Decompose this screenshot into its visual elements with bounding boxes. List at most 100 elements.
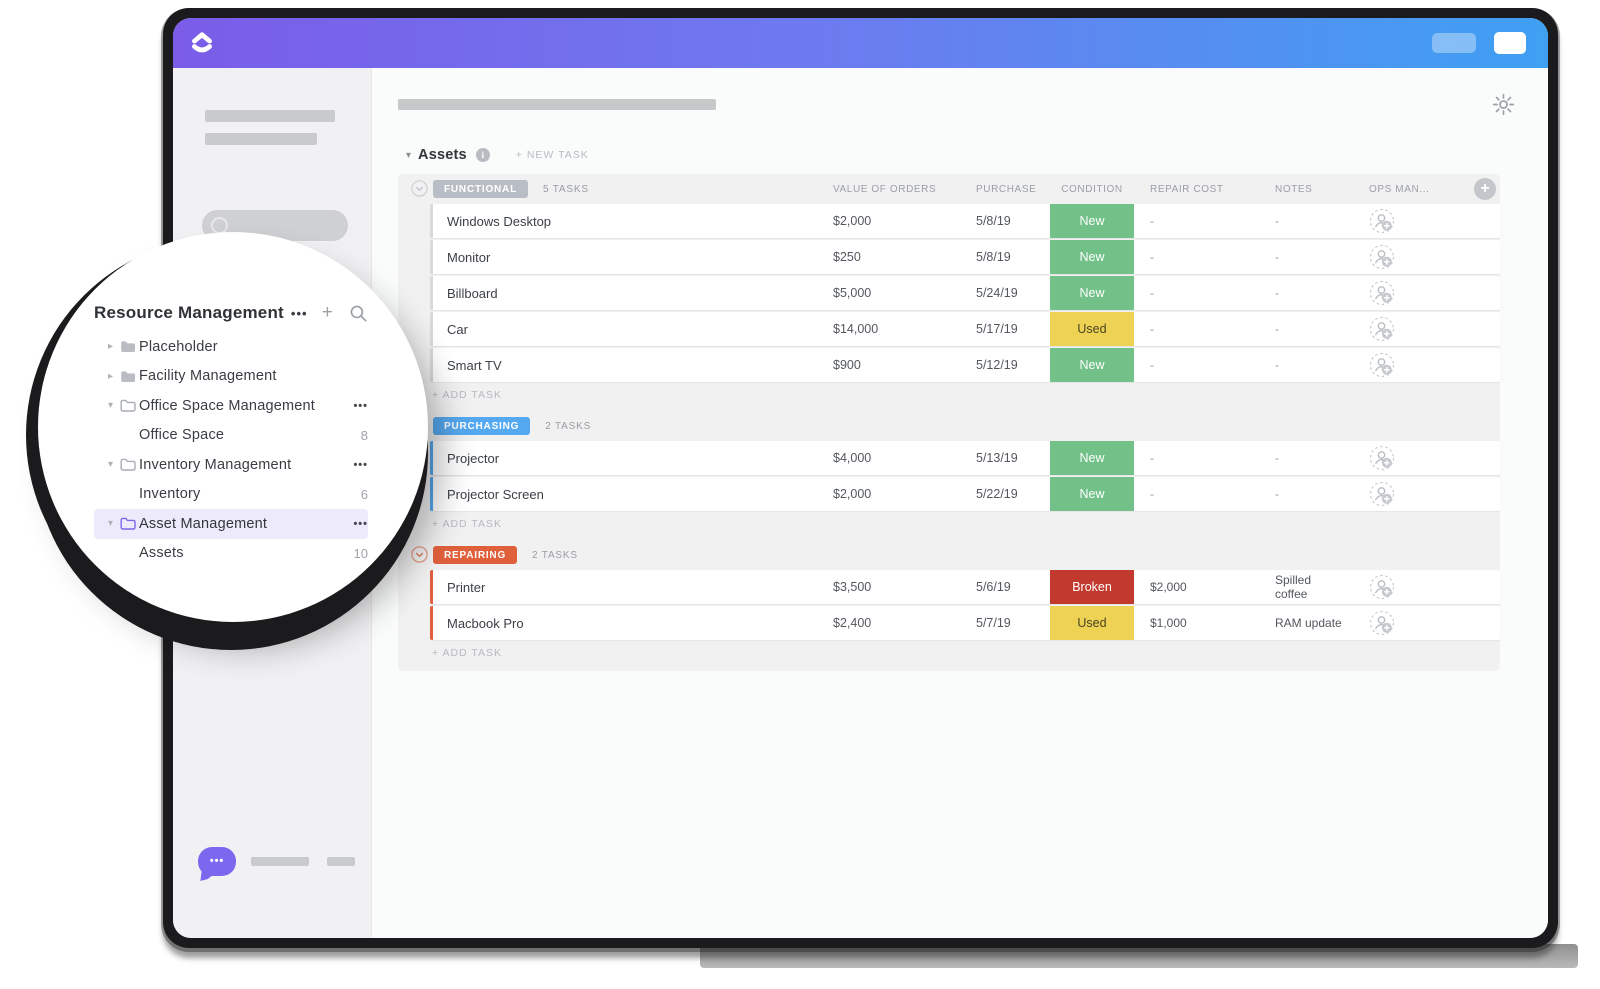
condition-badge[interactable]: Used xyxy=(1050,606,1134,640)
task-name[interactable]: Car xyxy=(433,322,833,337)
chevron-icon[interactable]: ▾ xyxy=(108,400,120,411)
topbar-button-placeholder[interactable] xyxy=(1432,33,1476,53)
group-status-badge[interactable]: FUNCTIONAL xyxy=(433,180,528,198)
sidebar-tree-item[interactable]: Office Space 8 xyxy=(94,421,368,451)
task-name[interactable]: Smart TV xyxy=(433,358,833,373)
repair-cost-cell[interactable]: - xyxy=(1134,451,1259,465)
notes-cell[interactable]: - xyxy=(1259,286,1343,300)
condition-badge[interactable]: Used xyxy=(1050,312,1134,346)
ellipsis-menu-icon[interactable]: ••• xyxy=(353,518,368,530)
sidebar-tree-item[interactable]: ▾ Inventory Management ••• xyxy=(94,450,368,480)
condition-badge[interactable]: New xyxy=(1050,276,1134,310)
task-name[interactable]: Projector xyxy=(433,451,833,466)
ellipsis-menu-icon[interactable]: ••• xyxy=(353,400,368,412)
topbar-button-placeholder[interactable] xyxy=(1494,32,1526,54)
group-status-badge[interactable]: PURCHASING xyxy=(433,417,531,435)
value-of-orders-cell[interactable]: $2,000 xyxy=(833,214,976,228)
table-row[interactable]: Car $14,000 5/17/19 Used - - xyxy=(430,312,1500,346)
notes-cell[interactable]: - xyxy=(1259,322,1343,336)
add-task-button[interactable]: + ADD TASK xyxy=(432,647,1500,659)
table-row[interactable]: Macbook Pro $2,400 5/7/19 Used $1,000 RA… xyxy=(430,606,1500,640)
add-column-button[interactable]: + xyxy=(1474,178,1496,200)
notes-cell[interactable]: - xyxy=(1259,487,1343,501)
notes-cell[interactable]: - xyxy=(1259,214,1343,228)
value-of-orders-cell[interactable]: $5,000 xyxy=(833,286,976,300)
task-name[interactable]: Macbook Pro xyxy=(433,616,833,631)
condition-badge[interactable]: Broken xyxy=(1050,570,1134,604)
repair-cost-cell[interactable]: - xyxy=(1134,286,1259,300)
purchase-date-cell[interactable]: 5/6/19 xyxy=(976,580,1050,594)
group-collapse-icon[interactable] xyxy=(411,180,428,197)
column-header[interactable]: REPAIR COST xyxy=(1134,184,1259,195)
table-row[interactable]: Billboard $5,000 5/24/19 New - - xyxy=(430,276,1500,310)
notes-cell[interactable]: RAM update xyxy=(1259,616,1343,630)
table-row[interactable]: Printer $3,500 5/6/19 Broken $2,000 Spil… xyxy=(430,570,1500,604)
condition-badge[interactable]: New xyxy=(1050,441,1134,475)
assignee-add-icon[interactable] xyxy=(1343,280,1500,306)
column-header[interactable]: CONDITION xyxy=(1050,184,1134,195)
purchase-date-cell[interactable]: 5/22/19 xyxy=(976,487,1050,501)
purchase-date-cell[interactable]: 5/12/19 xyxy=(976,358,1050,372)
notes-cell[interactable]: - xyxy=(1259,451,1343,465)
sidebar-tree-item[interactable]: ▸ Facility Management xyxy=(94,362,368,392)
condition-badge[interactable]: New xyxy=(1050,348,1134,382)
search-icon[interactable] xyxy=(349,304,368,323)
value-of-orders-cell[interactable]: $2,000 xyxy=(833,487,976,501)
notes-cell[interactable]: Spilled coffee xyxy=(1259,573,1343,601)
condition-badge[interactable]: New xyxy=(1050,240,1134,274)
chevron-icon[interactable]: ▸ xyxy=(108,341,120,352)
sidebar-tree-item[interactable]: Assets 10 xyxy=(94,539,368,569)
chevron-icon[interactable]: ▸ xyxy=(108,371,120,382)
value-of-orders-cell[interactable]: $4,000 xyxy=(833,451,976,465)
purchase-date-cell[interactable]: 5/8/19 xyxy=(976,214,1050,228)
chat-bubble-icon[interactable]: ••• xyxy=(198,847,236,876)
chevron-icon[interactable]: ▾ xyxy=(108,518,120,529)
info-icon[interactable]: i xyxy=(475,148,490,162)
purchase-date-cell[interactable]: 5/13/19 xyxy=(976,451,1050,465)
assignee-add-icon[interactable] xyxy=(1343,352,1500,378)
task-name[interactable]: Windows Desktop xyxy=(433,214,833,229)
task-name[interactable]: Projector Screen xyxy=(433,487,833,502)
task-name[interactable]: Printer xyxy=(433,580,833,595)
sidebar-tree-item[interactable]: ▸ Placeholder xyxy=(94,332,368,362)
ellipsis-menu-icon[interactable]: ••• xyxy=(353,459,368,471)
purchase-date-cell[interactable]: 5/8/19 xyxy=(976,250,1050,264)
value-of-orders-cell[interactable]: $2,400 xyxy=(833,616,976,630)
column-header[interactable]: PURCHASE xyxy=(976,184,1050,195)
value-of-orders-cell[interactable]: $250 xyxy=(833,250,976,264)
repair-cost-cell[interactable]: - xyxy=(1134,214,1259,228)
add-icon[interactable]: + xyxy=(322,302,333,324)
sidebar-tree-item[interactable]: Inventory 6 xyxy=(94,480,368,510)
column-header[interactable]: NOTES xyxy=(1259,184,1343,195)
assignee-add-icon[interactable] xyxy=(1343,316,1500,342)
assignee-add-icon[interactable] xyxy=(1343,244,1500,270)
table-row[interactable]: Projector Screen $2,000 5/22/19 New - - xyxy=(430,477,1500,511)
group-status-badge[interactable]: REPAIRING xyxy=(433,546,518,564)
table-row[interactable]: Monitor $250 5/8/19 New - - xyxy=(430,240,1500,274)
repair-cost-cell[interactable]: - xyxy=(1134,358,1259,372)
purchase-date-cell[interactable]: 5/7/19 xyxy=(976,616,1050,630)
condition-badge[interactable]: New xyxy=(1050,477,1134,511)
table-row[interactable]: Smart TV $900 5/12/19 New - - xyxy=(430,348,1500,382)
table-row[interactable]: Projector $4,000 5/13/19 New - - xyxy=(430,441,1500,475)
group-collapse-icon[interactable] xyxy=(411,546,428,563)
repair-cost-cell[interactable]: - xyxy=(1134,322,1259,336)
repair-cost-cell[interactable]: - xyxy=(1134,250,1259,264)
notes-cell[interactable]: - xyxy=(1259,358,1343,372)
assignee-add-icon[interactable] xyxy=(1343,481,1500,507)
chevron-down-icon[interactable]: ▾ xyxy=(406,150,411,161)
sidebar-tree-item[interactable]: ▾ Asset Management ••• xyxy=(94,509,368,539)
purchase-date-cell[interactable]: 5/24/19 xyxy=(976,286,1050,300)
table-row[interactable]: Windows Desktop $2,000 5/8/19 New - - xyxy=(430,204,1500,238)
clickup-logo-icon[interactable] xyxy=(189,30,215,56)
repair-cost-cell[interactable]: - xyxy=(1134,487,1259,501)
value-of-orders-cell[interactable]: $900 xyxy=(833,358,976,372)
repair-cost-cell[interactable]: $1,000 xyxy=(1134,616,1259,630)
task-name[interactable]: Monitor xyxy=(433,250,833,265)
assignee-add-icon[interactable] xyxy=(1343,574,1500,600)
add-task-button[interactable]: + ADD TASK xyxy=(432,518,1500,530)
task-name[interactable]: Billboard xyxy=(433,286,833,301)
sidebar-tree-item[interactable]: ▾ Office Space Management ••• xyxy=(94,391,368,421)
assignee-add-icon[interactable] xyxy=(1343,610,1500,636)
add-task-button[interactable]: + ADD TASK xyxy=(432,389,1500,401)
